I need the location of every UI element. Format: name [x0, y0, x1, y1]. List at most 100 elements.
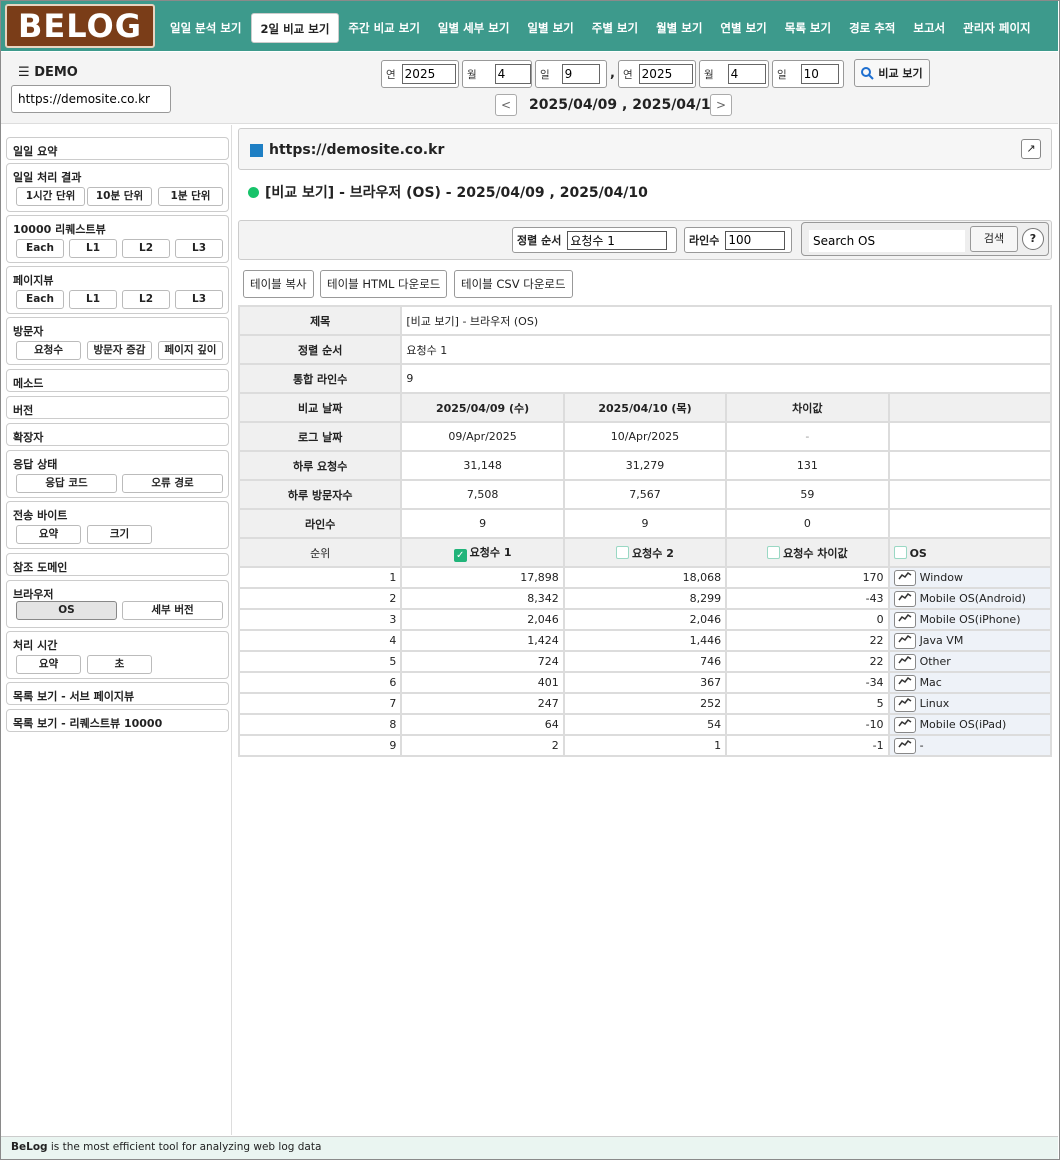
nav-tab-5[interactable]: 주별 보기	[583, 13, 647, 43]
nav-tab-4[interactable]: 일별 보기	[518, 13, 582, 43]
sidebar-version[interactable]: 버전	[6, 396, 229, 419]
btn-req-l1[interactable]: L1	[69, 239, 117, 258]
sidebar-list-req[interactable]: 목록 보기 - 리퀘스트뷰 10000	[6, 709, 229, 732]
nav-tab-3[interactable]: 일별 세부 보기	[429, 13, 519, 43]
search-input[interactable]	[808, 229, 966, 253]
download-html-button[interactable]: 테이블 HTML 다운로드	[320, 270, 448, 298]
btn-pv-l1[interactable]: L1	[69, 290, 117, 309]
btn-req-l3[interactable]: L3	[175, 239, 223, 258]
from-day-input[interactable]	[561, 64, 600, 84]
nav-tab-1[interactable]: 2일 비교 보기	[250, 13, 340, 43]
sidebar-daily-summary[interactable]: 일일 요약	[6, 137, 229, 160]
download-csv-button[interactable]: 테이블 CSV 다운로드	[454, 270, 573, 298]
to-month-box: 월	[699, 60, 769, 88]
nav-tab-8[interactable]: 목록 보기	[776, 13, 840, 43]
trend-chart-icon[interactable]	[893, 716, 916, 733]
trend-chart-icon[interactable]	[893, 737, 916, 754]
req2-cell: 367	[562, 671, 728, 694]
to-year-input[interactable]	[638, 64, 693, 84]
sidebar-group-browser: 브라우저 OS 세부 버전	[6, 580, 229, 628]
col-requests-diff[interactable]: 요청수 차이값	[725, 537, 890, 568]
col-rank: 순위	[237, 537, 403, 568]
info-value: 요청수 1	[400, 334, 1052, 365]
btn-time-summary[interactable]: 요약	[16, 655, 81, 674]
trend-chart-icon[interactable]	[893, 695, 916, 712]
btn-req-l2[interactable]: L2	[122, 239, 170, 258]
btn-req-each[interactable]: Each	[16, 239, 64, 258]
sidebar-ref-domain[interactable]: 참조 도메인	[6, 553, 229, 576]
sidebar-list-sub[interactable]: 목록 보기 - 서브 페이지뷰	[6, 682, 229, 705]
nav-tab-10[interactable]: 보고서	[904, 13, 954, 43]
copy-table-button[interactable]: 테이블 복사	[243, 270, 314, 298]
os-cell: Java VM	[887, 629, 1053, 652]
prev-date-button[interactable]: <	[495, 94, 517, 116]
col-os[interactable]: OS	[887, 537, 1053, 568]
os-cell: Mobile OS(iPad)	[887, 713, 1053, 736]
search-button[interactable]: 검색	[970, 226, 1018, 252]
trend-chart-icon[interactable]	[893, 632, 916, 649]
nav-tab-6[interactable]: 월별 보기	[647, 13, 711, 43]
to-month-input[interactable]	[727, 64, 766, 84]
btn-page-depth[interactable]: 페이지 깊이	[158, 341, 223, 360]
sidebar-extension[interactable]: 확장자	[6, 423, 229, 446]
req1-cell: 64	[400, 713, 565, 736]
btn-pv-l3[interactable]: L3	[175, 290, 223, 309]
trend-chart-icon[interactable]	[893, 653, 916, 670]
btn-response-code[interactable]: 응답 코드	[16, 474, 117, 493]
col-requests-1[interactable]: ✓ 요청수 1	[400, 537, 565, 568]
btn-1hour[interactable]: 1시간 단위	[16, 187, 85, 206]
next-date-button[interactable]: >	[710, 94, 732, 116]
checkbox-icon[interactable]	[767, 545, 781, 559]
from-month-input[interactable]	[494, 64, 531, 84]
btn-bytes-summary[interactable]: 요약	[16, 525, 81, 544]
menu-icon[interactable]: ☰	[18, 65, 30, 80]
info-key: 비교 날짜	[237, 392, 403, 423]
help-button[interactable]: ?	[1022, 228, 1044, 250]
external-link-icon[interactable]: ↗	[1021, 139, 1041, 159]
btn-requests[interactable]: 요청수	[16, 341, 81, 360]
lines-input[interactable]	[725, 230, 786, 250]
rank-cell: 2	[237, 587, 403, 610]
rank-cell: 8	[237, 713, 403, 736]
btn-1min[interactable]: 1분 단위	[158, 187, 223, 206]
from-year-box: 연	[381, 60, 459, 88]
btn-error-path[interactable]: 오류 경로	[122, 474, 223, 493]
date-separator: ,	[610, 66, 615, 81]
btn-time-seconds[interactable]: 초	[87, 655, 152, 674]
from-year-input[interactable]	[401, 64, 456, 84]
to-day-input[interactable]	[800, 64, 839, 84]
checkbox-icon[interactable]	[616, 545, 630, 559]
sidebar-method[interactable]: 메소드	[6, 369, 229, 392]
main-nav: 일일 분석 보기 2일 비교 보기 주간 비교 보기 일별 세부 보기 일별 보기 주별 …	[161, 13, 1040, 43]
req2-cell: 252	[562, 692, 728, 715]
sort-input[interactable]	[567, 230, 668, 250]
os-cell: Linux	[887, 692, 1053, 715]
nav-tab-9[interactable]: 경로 추적	[840, 13, 904, 43]
checkbox-icon[interactable]	[893, 545, 907, 559]
btn-os[interactable]: OS	[16, 601, 117, 620]
nav-tab-11[interactable]: 관리자 페이지	[954, 13, 1039, 43]
trend-chart-icon[interactable]	[893, 569, 916, 586]
trend-chart-icon[interactable]	[893, 674, 916, 691]
checkbox-checked-icon[interactable]: ✓	[453, 548, 467, 562]
compare-button[interactable]: 비교 보기	[854, 59, 930, 87]
btn-visitor-change[interactable]: 방문자 증감	[87, 341, 152, 360]
req1-cell: 247	[400, 692, 565, 715]
btn-pv-l2[interactable]: L2	[122, 290, 170, 309]
col-requests-2[interactable]: 요청수 2	[562, 537, 728, 568]
trend-chart-icon[interactable]	[893, 590, 916, 607]
btn-10min[interactable]: 10분 단위	[87, 187, 152, 206]
belog-logo[interactable]: BELOG	[5, 4, 155, 48]
footer: BeLog is the most efficient tool for ana…	[1, 1136, 1058, 1159]
site-select[interactable]	[11, 85, 171, 113]
btn-bytes-size[interactable]: 크기	[87, 525, 152, 544]
trend-chart-icon[interactable]	[893, 611, 916, 628]
nav-tab-7[interactable]: 연별 보기	[711, 13, 775, 43]
sidebar-group-response: 응답 상태 응답 코드 오류 경로	[6, 450, 229, 498]
demo-title[interactable]: ☰ DEMO	[18, 65, 78, 80]
from-day-box: 일	[535, 60, 607, 88]
btn-detail-version[interactable]: 세부 버전	[122, 601, 223, 620]
nav-tab-2[interactable]: 주간 비교 보기	[339, 13, 429, 43]
btn-pv-each[interactable]: Each	[16, 290, 64, 309]
nav-tab-0[interactable]: 일일 분석 보기	[161, 13, 251, 43]
